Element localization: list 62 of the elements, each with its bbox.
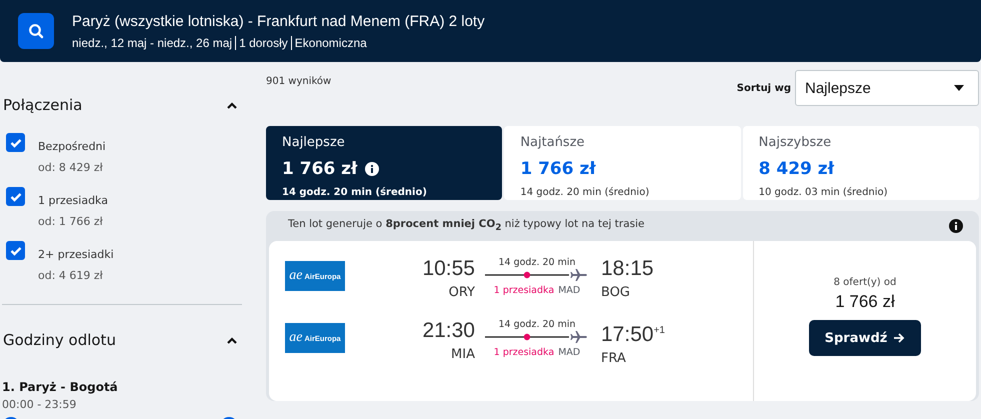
tab-label: Najtańsze (520, 135, 586, 151)
route-label: 1. Paryż - Bogotá (2, 380, 119, 394)
departure-time: 21:30 (421, 319, 475, 343)
results-count: 901 wyników (266, 76, 332, 89)
departure-time: 10:55 (421, 257, 475, 281)
tab-price: 1 766 zł (520, 158, 596, 179)
option-price: od: 8 429 zł (38, 161, 104, 174)
tab-duration: 14 godz. 20 min (średnio) (282, 186, 428, 199)
dropdown-arrow-icon (954, 85, 964, 91)
option-label: 1 przesiadka (38, 194, 108, 207)
stop-airport: MAD (558, 347, 580, 358)
tab-duration: 10 godz. 03 min (średnio) (758, 186, 889, 199)
check-icon (10, 246, 22, 256)
arrival-time: 17:50 (601, 323, 654, 346)
sort-tab[interactable]: Najtańsze 1 766 zł 14 godz. 20 min (średnio) (504, 126, 741, 200)
chevron-icon[interactable] (226, 101, 238, 109)
airport-code: FRA (601, 351, 627, 366)
tab-label: Najszybsze (758, 135, 832, 151)
search-detail: Ekonomiczna (290, 36, 370, 50)
eco-banner-text: Ten lot generuje o 8procent mniej CO$_{2}$ niż typowy lot na tej trasie (288, 218, 644, 234)
option-price: od: 4 619 zł (38, 269, 104, 282)
sort-tab[interactable]: Najszybsze 8 429 zł 10 godz. 03 min (średnio) (742, 126, 979, 200)
option-price: od: 1 766 zł (38, 215, 104, 228)
section-title: Połączenia (3, 96, 82, 114)
airport-code: BOG (601, 285, 631, 300)
airport-code: ORY (448, 285, 475, 300)
tab-price: 8 429 zł (758, 158, 834, 179)
chevron-icon[interactable] (226, 336, 238, 344)
stops-label: 1 przesiadka (494, 347, 554, 358)
arrival-time: 18:15 (601, 257, 654, 280)
check-icon (10, 192, 22, 202)
option-label: 2+ przesiadki (38, 248, 114, 261)
stop-airport: MAD (558, 285, 580, 296)
result-price: 1 766 zł (835, 292, 895, 312)
stops-label: 1 przesiadka (494, 285, 554, 296)
flight-duration: 14 godz. 20 min (497, 257, 577, 268)
info-icon[interactable] (949, 219, 963, 233)
checkbox[interactable] (6, 133, 25, 152)
tab-duration: 14 godz. 20 min (średnio) (520, 186, 650, 199)
sort-dropdown[interactable]: Najlepsze (795, 70, 979, 106)
time-range: 00:00 - 23:59 (2, 398, 78, 411)
airport-code: MIA (450, 347, 475, 362)
tab-price: 1 766 zł (282, 158, 358, 179)
sort-tab[interactable]: Najlepsze 1 766 zł 14 godz. 20 min (średnio) (266, 126, 502, 200)
arrow-right-icon (893, 332, 906, 344)
option-label: Bezpośredni (38, 140, 106, 153)
day-offset: +1 (654, 325, 665, 336)
info-icon[interactable] (365, 162, 380, 176)
tab-label: Najlepsze (282, 135, 346, 151)
route-title: Paryż (wszystkie lotniska) - Frankfurt nad Menem (FRA) 2 loty (72, 12, 485, 30)
section-title: Godziny odlotu (3, 331, 116, 349)
sort-label: Sortuj wg (736, 82, 791, 94)
checkbox[interactable] (6, 241, 25, 260)
search-button[interactable] (18, 13, 54, 49)
checkbox[interactable] (6, 187, 25, 206)
search-detail: 1 dorosły (235, 36, 291, 50)
check-button[interactable]: Sprawdź (808, 320, 922, 356)
flight-duration: 14 godz. 20 min (497, 319, 577, 330)
search-detail: niedz., 12 maj - niedz., 26 maj (72, 36, 234, 50)
check-icon (10, 138, 22, 148)
offers-count: 8 ofert(y) od (834, 277, 896, 288)
search-icon (28, 23, 44, 39)
